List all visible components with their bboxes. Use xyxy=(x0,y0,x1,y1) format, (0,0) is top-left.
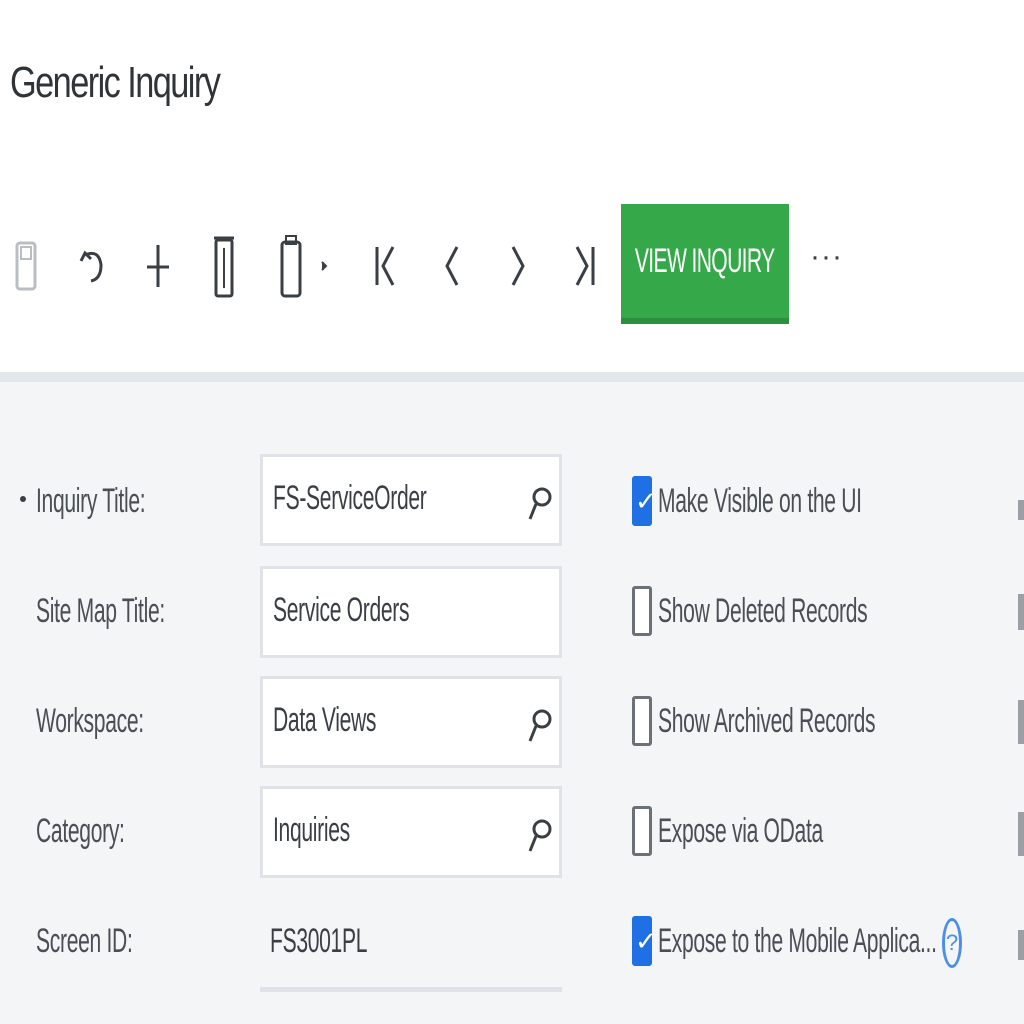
site-map-title-label: Site Map Title: xyxy=(36,592,165,630)
previous-record-icon[interactable] xyxy=(432,230,472,300)
category-label: Category: xyxy=(36,812,125,850)
screen-id-label: Screen ID: xyxy=(36,922,133,960)
add-icon-glyph xyxy=(147,245,169,287)
workspace-field[interactable]: Data Views xyxy=(260,676,562,768)
view-inquiry-button[interactable]: VIEW INQUIRY xyxy=(621,204,789,324)
show-archived-checkbox[interactable] xyxy=(632,696,652,746)
first-record-icon-glyph xyxy=(375,246,395,286)
delete-icon-glyph xyxy=(214,236,234,298)
first-record-icon[interactable] xyxy=(366,230,406,300)
next-record-icon-glyph xyxy=(511,246,525,286)
search-icon[interactable] xyxy=(527,815,553,855)
category-value: Inquiries xyxy=(273,811,350,849)
add-icon[interactable] xyxy=(138,230,178,300)
clipped-column-edge xyxy=(1018,500,1024,520)
inquiry-title-value: FS-ServiceOrder xyxy=(273,479,427,517)
copy-paste-icon[interactable] xyxy=(272,230,332,300)
expose-mobile-checkbox[interactable]: ✓ xyxy=(632,916,657,966)
inquiry-title-label: Inquiry Title: xyxy=(36,482,146,520)
required-marker xyxy=(20,496,26,502)
expose-odata-checkbox[interactable] xyxy=(632,806,652,856)
expose-mobile-label: Expose to the Mobile Applica... xyxy=(658,922,937,960)
clipboard-icon xyxy=(280,235,328,298)
page-title: Generic Inquiry xyxy=(10,58,221,107)
workspace-label: Workspace: xyxy=(36,702,144,740)
clipped-column-edge xyxy=(1018,700,1024,744)
show-archived-label: Show Archived Records xyxy=(658,702,876,740)
last-record-icon[interactable] xyxy=(564,230,604,300)
delete-icon[interactable] xyxy=(204,230,244,300)
category-field[interactable]: Inquiries xyxy=(260,786,562,878)
site-map-title-value: Service Orders xyxy=(273,591,410,629)
make-visible-label: Make Visible on the UI xyxy=(658,482,862,520)
view-inquiry-label: VIEW INQUIRY xyxy=(635,241,775,280)
screen-id-value: FS3001PL xyxy=(270,922,368,960)
site-map-title-field[interactable]: Service Orders xyxy=(260,566,562,658)
help-icon[interactable]: ? xyxy=(942,918,962,968)
clipped-column-edge xyxy=(1018,930,1024,960)
inquiry-title-field[interactable]: FS-ServiceOrder xyxy=(260,454,562,546)
clipped-column-edge xyxy=(1018,594,1024,630)
expose-odata-label: Expose via OData xyxy=(658,812,823,850)
screen-id-field: FS3001PL xyxy=(260,900,562,992)
workspace-value: Data Views xyxy=(273,701,377,739)
save-icon-glyph xyxy=(15,241,37,291)
search-icon[interactable] xyxy=(527,705,553,745)
show-deleted-checkbox[interactable] xyxy=(632,586,652,636)
save-icon[interactable] xyxy=(6,230,46,300)
previous-record-icon-glyph xyxy=(445,246,459,286)
undo-icon-glyph xyxy=(79,250,103,283)
make-visible-checkbox[interactable]: ✓ xyxy=(632,476,657,526)
undo-icon[interactable] xyxy=(72,230,112,300)
search-icon[interactable] xyxy=(527,483,553,523)
clipped-column-edge xyxy=(1018,812,1024,856)
more-actions-button[interactable]: ··· xyxy=(810,240,843,274)
next-record-icon[interactable] xyxy=(498,230,538,300)
show-deleted-label: Show Deleted Records xyxy=(658,592,868,630)
last-record-icon-glyph xyxy=(575,246,595,286)
